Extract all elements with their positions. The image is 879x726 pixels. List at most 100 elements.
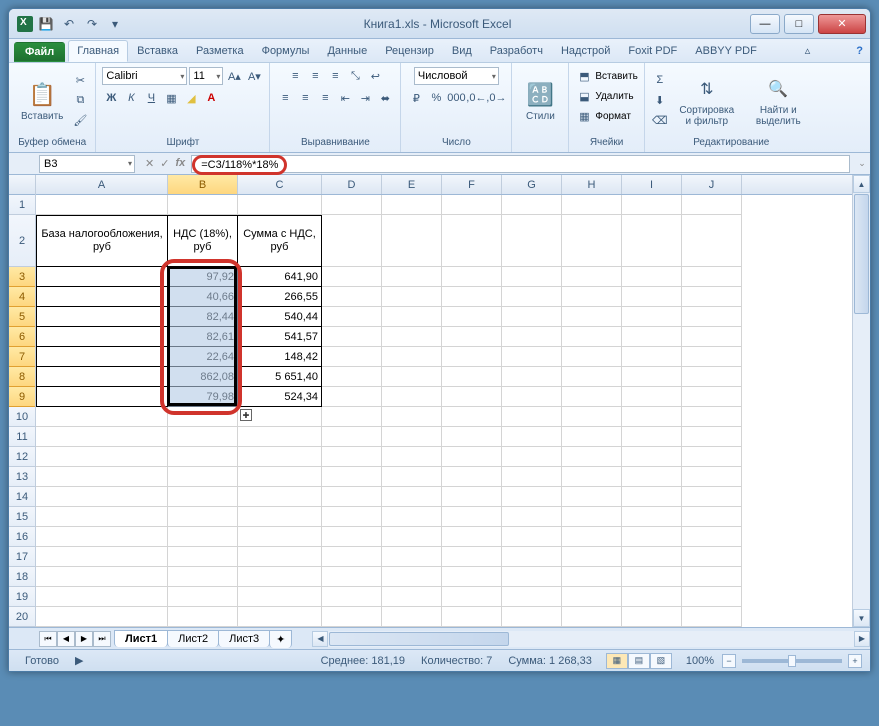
cell-I5[interactable] [622,307,682,327]
sheet-tab-3[interactable]: Лист3 [218,630,270,647]
tab-review[interactable]: Рецензир [376,40,443,62]
cell-G12[interactable] [502,447,562,467]
cell-D20[interactable] [322,607,382,627]
cell-B12[interactable] [168,447,238,467]
cell-I9[interactable] [622,387,682,407]
autosum-icon[interactable]: Σ [651,71,669,89]
cell-D12[interactable] [322,447,382,467]
cell-A13[interactable] [36,467,168,487]
row-head-5[interactable]: 5 [9,307,35,327]
cell-H9[interactable] [562,387,622,407]
zoom-level[interactable]: 100% [686,655,714,667]
cell-J17[interactable] [682,547,742,567]
cell-G14[interactable] [502,487,562,507]
cell-C20[interactable] [238,607,322,627]
cell-D5[interactable] [322,307,382,327]
increase-font-icon[interactable]: A▴ [225,67,243,85]
cell-D17[interactable] [322,547,382,567]
cell-I3[interactable] [622,267,682,287]
cell-B14[interactable] [168,487,238,507]
enter-icon[interactable]: ✓ [160,157,169,170]
cell-H16[interactable] [562,527,622,547]
cell-B20[interactable] [168,607,238,627]
zoom-knob[interactable] [788,655,796,667]
cell-I12[interactable] [622,447,682,467]
col-head-H[interactable]: H [562,175,622,194]
tab-formulas[interactable]: Формулы [253,40,319,62]
col-head-A[interactable]: A [36,175,168,194]
increase-indent-icon[interactable]: ⇥ [356,89,374,107]
cell-J5[interactable] [682,307,742,327]
tab-file[interactable]: Файл [14,42,65,62]
cell-G6[interactable] [502,327,562,347]
cell-G3[interactable] [502,267,562,287]
cell-E15[interactable] [382,507,442,527]
cell-E8[interactable] [382,367,442,387]
cell-H12[interactable] [562,447,622,467]
cell-C7[interactable]: 148,42 [238,347,322,367]
scroll-left-icon[interactable]: ◀ [312,631,328,647]
view-normal-icon[interactable]: ▦ [606,653,628,669]
cancel-icon[interactable]: ✕ [145,157,154,170]
cell-H17[interactable] [562,547,622,567]
scroll-thumb[interactable] [854,194,869,314]
row-head-8[interactable]: 8 [9,367,35,387]
cell-C1[interactable] [238,195,322,215]
cell-I14[interactable] [622,487,682,507]
row-head-6[interactable]: 6 [9,327,35,347]
cell-A14[interactable] [36,487,168,507]
row-head-17[interactable]: 17 [9,547,35,567]
cell-A1[interactable] [36,195,168,215]
minimize-button[interactable]: — [750,14,780,34]
save-icon[interactable]: 💾 [36,14,56,34]
cell-F4[interactable] [442,287,502,307]
cell-J19[interactable] [682,587,742,607]
cell-D3[interactable] [322,267,382,287]
scroll-down-icon[interactable]: ▼ [853,609,870,627]
cell-H13[interactable] [562,467,622,487]
cell-B3[interactable]: 97,92 [168,267,238,287]
cell-B6[interactable]: 82,61 [168,327,238,347]
cell-A19[interactable] [36,587,168,607]
cell-B18[interactable] [168,567,238,587]
sheet-tab-2[interactable]: Лист2 [167,630,219,647]
cell-E10[interactable] [382,407,442,427]
cell-F11[interactable] [442,427,502,447]
cell-H10[interactable] [562,407,622,427]
new-sheet-button[interactable]: ✦ [269,630,292,648]
cell-C5[interactable]: 540,44 [238,307,322,327]
cell-D9[interactable] [322,387,382,407]
align-center-icon[interactable]: ≡ [296,89,314,107]
cell-F3[interactable] [442,267,502,287]
cell-E2[interactable] [382,215,442,267]
cell-B10[interactable] [168,407,238,427]
fill-handle-icon[interactable]: ✚ [240,409,252,421]
maximize-button[interactable]: □ [784,14,814,34]
decrease-indent-icon[interactable]: ⇤ [336,89,354,107]
merge-icon[interactable]: ⬌ [376,89,394,107]
cell-F8[interactable] [442,367,502,387]
cell-E11[interactable] [382,427,442,447]
cell-E12[interactable] [382,447,442,467]
redo-icon[interactable]: ↷ [82,14,102,34]
cell-F15[interactable] [442,507,502,527]
tab-developer[interactable]: Разработч [481,40,552,62]
clear-icon[interactable]: ⌫ [651,111,669,129]
cell-A4[interactable] [36,287,168,307]
cell-D11[interactable] [322,427,382,447]
cell-C8[interactable]: 5 651,40 [238,367,322,387]
cell-J2[interactable] [682,215,742,267]
cell-D4[interactable] [322,287,382,307]
cell-C3[interactable]: 641,90 [238,267,322,287]
cell-C16[interactable] [238,527,322,547]
copy-icon[interactable]: ⧉ [71,91,89,109]
zoom-in-icon[interactable]: + [848,654,862,668]
cell-G20[interactable] [502,607,562,627]
tab-addins[interactable]: Надстрой [552,40,619,62]
cell-F12[interactable] [442,447,502,467]
cell-A17[interactable] [36,547,168,567]
cell-J20[interactable] [682,607,742,627]
align-middle-icon[interactable]: ≡ [306,67,324,85]
cell-B9[interactable]: 79,98 [168,387,238,407]
cell-E6[interactable] [382,327,442,347]
